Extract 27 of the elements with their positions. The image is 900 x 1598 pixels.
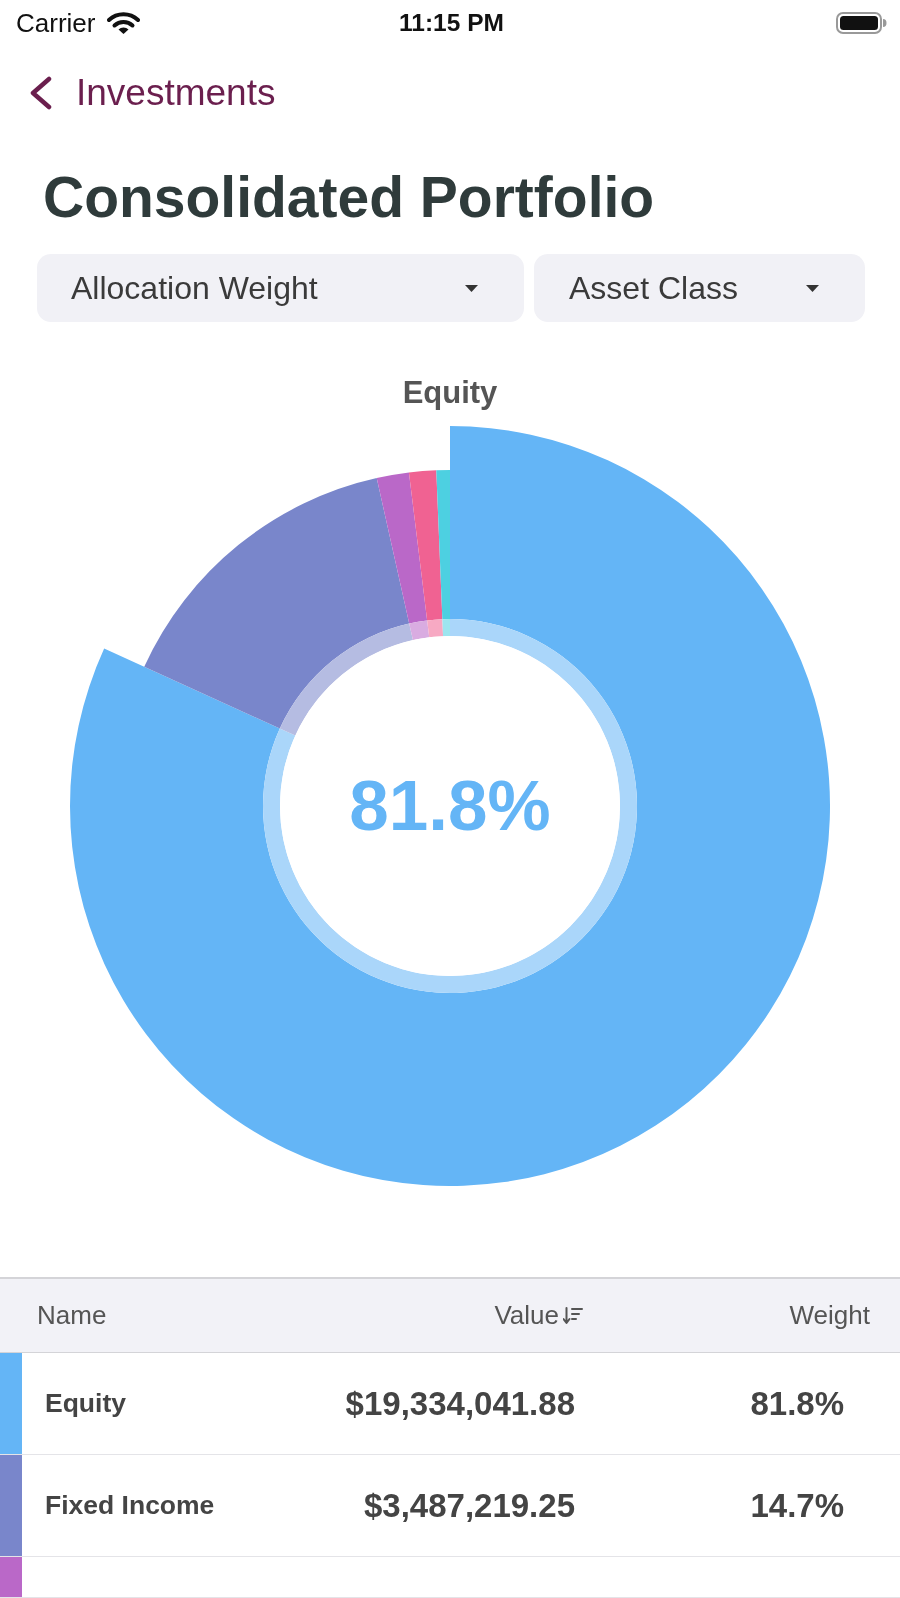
column-header[interactable]: Value — [494, 1300, 583, 1331]
holding-weight: 14.7% — [750, 1486, 844, 1525]
column-header[interactable]: Weight — [789, 1300, 870, 1331]
donut-slice[interactable] — [436, 470, 450, 637]
center-percentage: 81.8% — [349, 765, 551, 847]
caret-down-icon — [806, 284, 819, 292]
holding-value: $3,487,219.25 — [363, 1486, 575, 1525]
donut-slice[interactable] — [70, 426, 830, 1186]
caret-down-icon — [465, 284, 478, 292]
carrier-name: Carrier — [16, 7, 96, 39]
donut-slice[interactable] — [408, 470, 444, 638]
holding-weight: 81.8% — [750, 1384, 844, 1423]
holding-name: Fixed Income — [45, 1490, 215, 1521]
back-button[interactable]: Investments — [29, 71, 276, 115]
donut-slice[interactable] — [144, 478, 413, 736]
chevron-left-icon — [29, 76, 53, 110]
holding-name: Equity — [45, 1388, 126, 1419]
donut-slice[interactable] — [376, 472, 430, 641]
clock-time: 11:15 PM — [399, 9, 504, 37]
holding-value: $19,334,041.88 — [345, 1384, 575, 1423]
page-title: Consolidated Portfolio — [43, 164, 655, 231]
column-header[interactable]: Name — [37, 1300, 107, 1331]
battery-icon — [836, 12, 887, 34]
chart-title: Equity — [402, 375, 498, 411]
dropdown-button[interactable]: Allocation Weight — [37, 254, 524, 322]
dropdown-button[interactable]: Asset Class — [534, 254, 865, 322]
wifi-icon — [107, 11, 141, 35]
